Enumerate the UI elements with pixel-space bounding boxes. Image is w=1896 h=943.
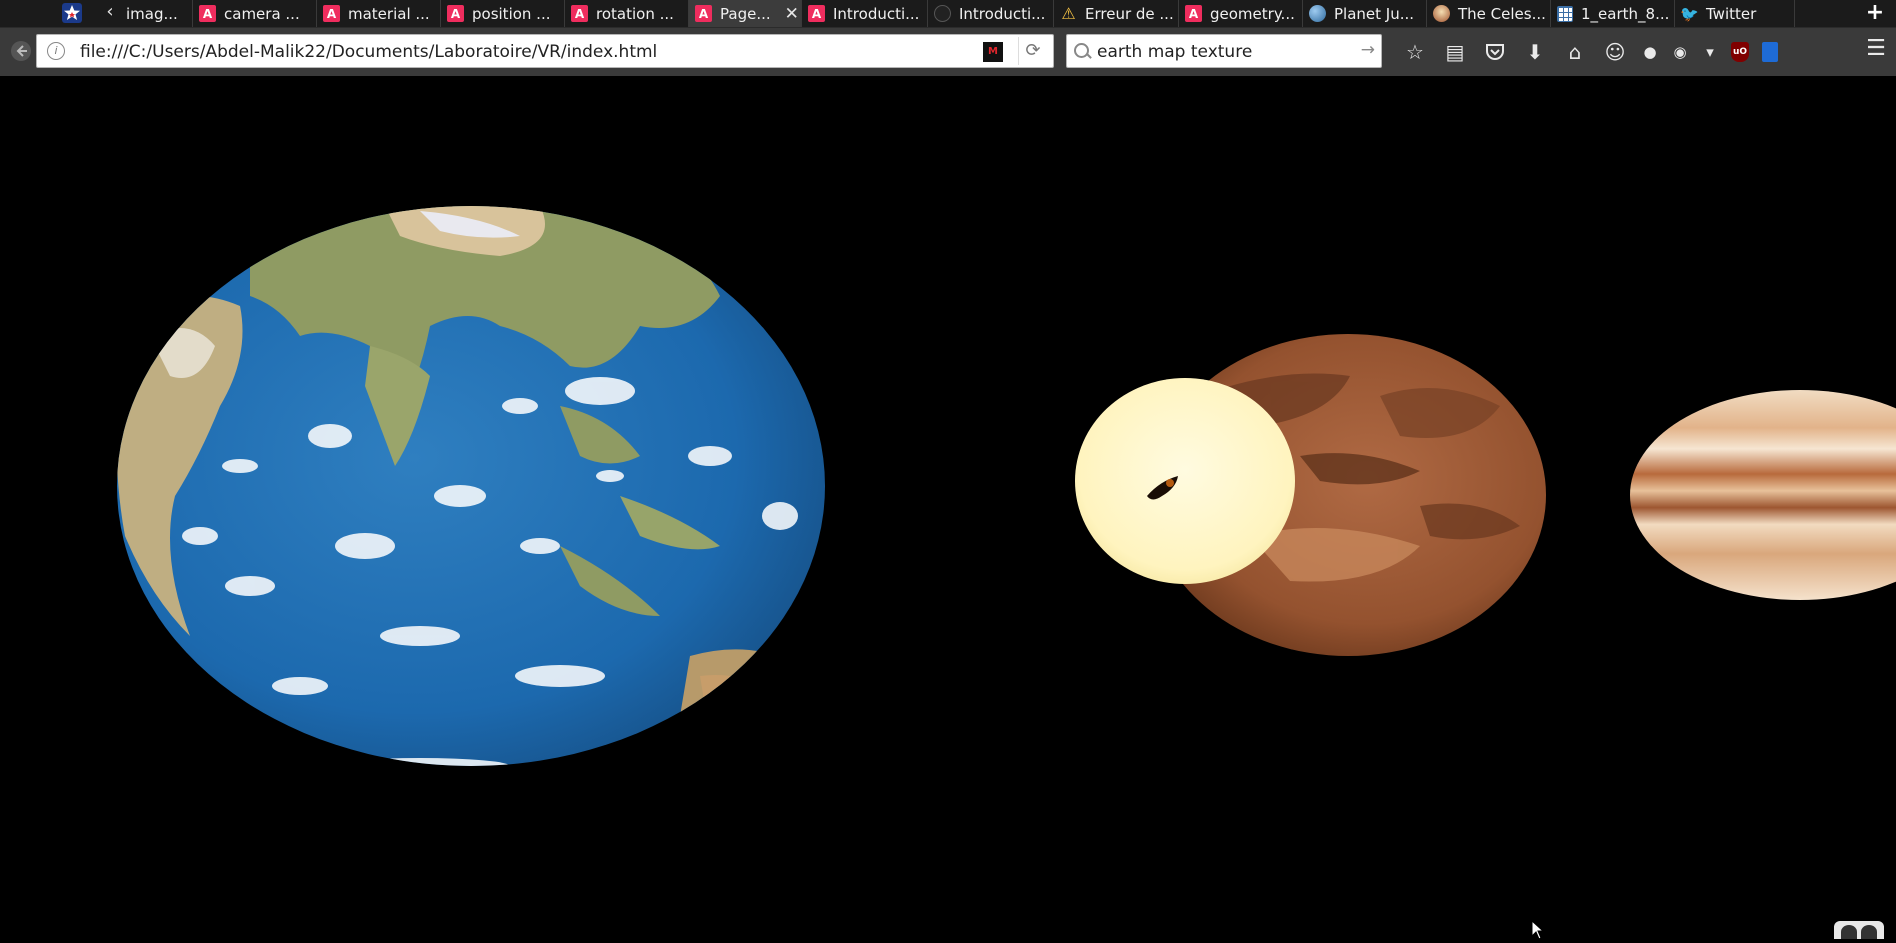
tab-label: Erreur de ... bbox=[1085, 4, 1174, 23]
sheet-icon bbox=[1557, 5, 1573, 22]
star-icon bbox=[62, 3, 82, 23]
globe-icon bbox=[1309, 5, 1326, 22]
tab-0[interactable]: imag... bbox=[118, 0, 193, 27]
tab-label: geometry... bbox=[1210, 4, 1295, 23]
tab-label: camera ... bbox=[224, 4, 300, 23]
tab-strip: ‹ imag... Acamera ... Amaterial ... Apositi… bbox=[0, 0, 1896, 28]
tab-4[interactable]: Arotation ... bbox=[565, 0, 689, 27]
aframe-icon: A bbox=[447, 5, 464, 22]
tab-2[interactable]: Amaterial ... bbox=[317, 0, 441, 27]
downloads-icon[interactable]: ⬇ bbox=[1515, 37, 1555, 67]
sun-sphere bbox=[1075, 378, 1295, 584]
bookmark-star-icon[interactable]: ☆ bbox=[1395, 37, 1435, 67]
tab-9[interactable]: Ageometry... bbox=[1179, 0, 1303, 27]
tab-12[interactable]: 1_earth_8... bbox=[1551, 0, 1675, 27]
hamburger-menu-icon[interactable]: ☰ bbox=[1862, 36, 1890, 61]
tab-6[interactable]: A Introducti... bbox=[802, 0, 928, 27]
site-info-icon[interactable]: i bbox=[47, 42, 65, 60]
tab-label: imag... bbox=[126, 4, 178, 23]
url-text[interactable]: file:///C:/Users/Abdel-Malik22/Documents… bbox=[80, 42, 657, 62]
pocket-icon[interactable] bbox=[1475, 37, 1515, 67]
tab-8[interactable]: ⚠ Erreur de ... bbox=[1054, 0, 1179, 27]
tab-label: Introducti... bbox=[833, 4, 920, 23]
tab-label: position ... bbox=[472, 4, 551, 23]
tab-7[interactable]: Introducti... bbox=[928, 0, 1054, 27]
aframe-icon: A bbox=[808, 5, 825, 22]
twitter-bird-icon: 🐦 bbox=[1680, 4, 1699, 23]
reading-list-icon[interactable]: ▤ bbox=[1435, 37, 1475, 67]
extension-badge-icon[interactable]: M bbox=[983, 42, 1003, 62]
extension-gray-icon[interactable]: ● bbox=[1635, 37, 1665, 67]
dropdown-chevron-icon[interactable]: ▾ bbox=[1695, 37, 1725, 67]
tab-label: Page... bbox=[720, 4, 771, 23]
tab-scroll-left-icon[interactable]: ‹ bbox=[100, 0, 120, 27]
mouse-cursor-icon bbox=[1531, 920, 1545, 940]
pinned-tab[interactable] bbox=[60, 2, 84, 24]
aframe-icon: A bbox=[695, 5, 712, 22]
tab-label: Twitter bbox=[1706, 4, 1757, 23]
toolbar-icons: ☆ ▤ ⬇ ⌂ ☺ ● ◉ ▾ uO bbox=[1395, 36, 1785, 68]
tab-5[interactable]: A Page... ✕ bbox=[689, 0, 802, 27]
tab-11[interactable]: The Celes... bbox=[1427, 0, 1551, 27]
search-icon bbox=[1074, 43, 1089, 58]
jupiter-sphere bbox=[1630, 390, 1896, 600]
search-input[interactable]: earth map texture bbox=[1097, 42, 1252, 62]
face-icon bbox=[1433, 5, 1450, 22]
tab-13[interactable]: 🐦 Twitter bbox=[1675, 0, 1795, 27]
search-go-arrow-icon[interactable]: → bbox=[1361, 40, 1375, 60]
aframe-icon: A bbox=[199, 5, 216, 22]
tab-3[interactable]: Aposition ... bbox=[441, 0, 565, 27]
scene-render bbox=[117, 206, 1896, 766]
url-bar[interactable]: i file:///C:/Users/Abdel-Malik22/Documen… bbox=[36, 34, 1054, 68]
extension-blue-icon[interactable] bbox=[1755, 37, 1785, 67]
warning-icon: ⚠ bbox=[1061, 4, 1076, 23]
tab-1[interactable]: Acamera ... bbox=[193, 0, 317, 27]
tab-label: 1_earth_8... bbox=[1581, 4, 1670, 23]
tab-label: material ... bbox=[348, 4, 430, 23]
vr-scene-canvas[interactable] bbox=[0, 76, 1896, 940]
github-icon bbox=[934, 5, 951, 22]
home-icon[interactable]: ⌂ bbox=[1555, 37, 1595, 67]
tab-label: Introducti... bbox=[959, 4, 1046, 23]
aframe-icon: A bbox=[1185, 5, 1202, 22]
tab-label: rotation ... bbox=[596, 4, 674, 23]
back-button[interactable] bbox=[8, 40, 34, 66]
tab-10[interactable]: Planet Ju... bbox=[1303, 0, 1427, 27]
tab-list: imag... Acamera ... Amaterial ... Aposition… bbox=[118, 0, 1795, 27]
aframe-icon: A bbox=[571, 5, 588, 22]
reload-icon[interactable]: ⟳ bbox=[1018, 37, 1047, 65]
aframe-icon: A bbox=[323, 5, 340, 22]
tab-label: Planet Ju... bbox=[1334, 4, 1415, 23]
arrow-left-icon bbox=[11, 41, 31, 61]
emoji-face-icon[interactable]: ☺ bbox=[1595, 37, 1635, 67]
tab-close-icon[interactable]: ✕ bbox=[785, 4, 799, 24]
navigation-bar: i file:///C:/Users/Abdel-Malik22/Documen… bbox=[0, 28, 1896, 76]
search-bar[interactable]: earth map texture → bbox=[1066, 34, 1382, 68]
tab-label: The Celes... bbox=[1458, 4, 1546, 23]
ublock-icon[interactable]: uO bbox=[1725, 37, 1755, 67]
enter-vr-headset-icon[interactable] bbox=[1834, 921, 1884, 939]
extension-ufo-icon[interactable]: ◉ bbox=[1665, 37, 1695, 67]
earth-sphere bbox=[117, 206, 825, 766]
new-tab-icon[interactable]: + bbox=[1864, 0, 1886, 27]
